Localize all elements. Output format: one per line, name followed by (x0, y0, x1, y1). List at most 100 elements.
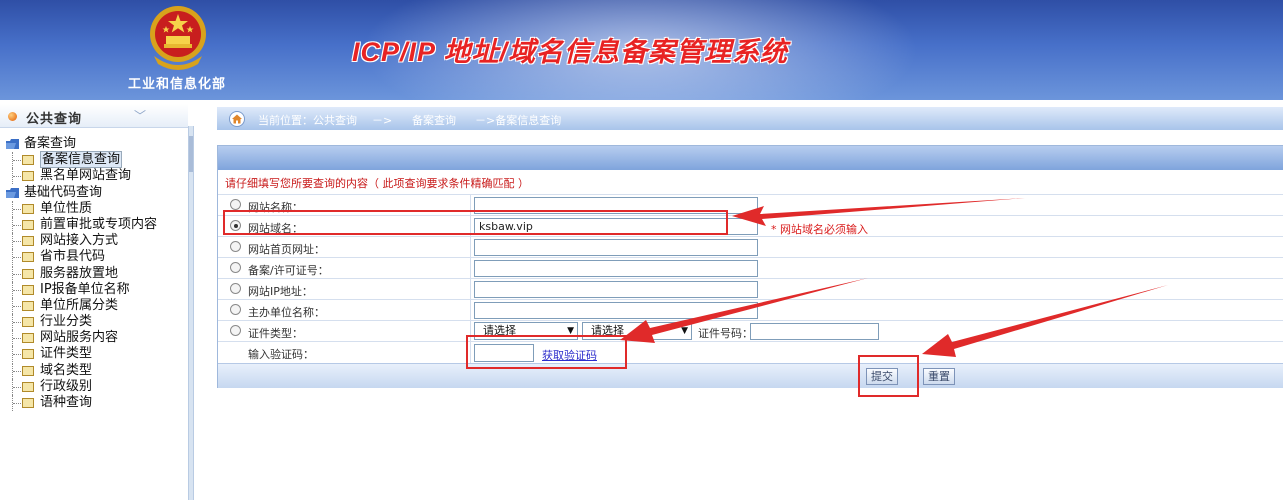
splitter-grip[interactable] (189, 136, 193, 172)
dropdown-arrow-icon: ▼ (681, 326, 688, 336)
tree-label: 单位性质 (40, 200, 93, 216)
button-bar: 提交 重置 (218, 363, 1283, 388)
tree-label: 证件类型 (40, 346, 93, 362)
radio-homepage-url[interactable] (230, 241, 241, 252)
field-label: 网站首页网址： (248, 243, 325, 256)
radio-ip-address[interactable] (230, 283, 241, 294)
document-icon (22, 317, 34, 328)
document-icon (22, 268, 34, 279)
highlight-domain-box (223, 210, 728, 235)
folder-icon (6, 187, 19, 198)
tree-label: 行业分类 (40, 314, 93, 330)
tree-line (12, 152, 22, 169)
document-icon (22, 365, 34, 376)
tree-item-unit-nature[interactable]: 单位性质 (0, 200, 188, 217)
field-label: 证件类型： (248, 327, 303, 340)
nav-tree: 备案查询 备案信息查询 黑名单网站查询 基础代码查询 单位性质 前置审批或专项内… (0, 136, 188, 411)
field-row-ip-address: 网站IP地址： (218, 278, 1283, 300)
query-form-panel: 请仔细填写您所要查询的内容（ 此项查询要求条件精确匹配 ） 网站名称： 网站域名… (217, 145, 1283, 388)
tree-label: 语种查询 (40, 395, 93, 410)
homepage-url-input[interactable] (474, 239, 758, 256)
tree-label: 网站服务内容 (40, 330, 119, 346)
tree-label: 备案查询 (24, 136, 77, 151)
sidebar-splitter[interactable] (188, 126, 194, 500)
radio-license-number[interactable] (230, 262, 241, 273)
tree-item-access-method[interactable]: 网站接入方式 (0, 233, 188, 250)
form-hint: 请仔细填写您所要查询的内容（ 此项查询要求条件精确匹配 ） (225, 177, 529, 190)
column-divider (470, 279, 471, 300)
license-number-input[interactable] (474, 260, 758, 277)
field-label: 主办单位名称： (248, 306, 325, 319)
document-icon (22, 155, 34, 166)
radio-sponsor-name[interactable] (230, 304, 241, 315)
tree-label: 黑名单网站查询 (40, 168, 132, 184)
field-row-cert-type: 证件类型： 请选择 ▼ 请选择 ▼ 证件号码： (218, 320, 1283, 342)
ip-address-input[interactable] (474, 281, 758, 298)
document-icon (22, 349, 34, 360)
tree-folder-basic-code-query[interactable]: 基础代码查询 (0, 185, 188, 201)
tree-item-ip-unit-name[interactable]: IP报备单位名称 (0, 281, 188, 298)
tree-line (12, 281, 22, 298)
tree-label: 单位所属分类 (40, 297, 119, 313)
tree-folder-beian-query[interactable]: 备案查询 (0, 136, 188, 152)
tree-label: 基础代码查询 (24, 184, 103, 200)
tree-item-unit-category[interactable]: 单位所属分类 (0, 297, 188, 314)
tree-item-service-content[interactable]: 网站服务内容 (0, 330, 188, 347)
chevron-down-icon[interactable]: ﹀ (134, 107, 146, 124)
tree-item-language[interactable]: 语种查询 (0, 395, 188, 411)
tree-item-beian-info-query[interactable]: 备案信息查询 (0, 151, 188, 169)
tree-label: IP报备单位名称 (40, 281, 130, 297)
field-row-captcha: 输入验证码： 获取验证码 (218, 341, 1283, 363)
radio-cert-type[interactable] (230, 325, 241, 336)
tree-item-pre-approval[interactable]: 前置审批或专项内容 (0, 216, 188, 233)
field-row-license-number: 备案/许可证号： (218, 257, 1283, 279)
captcha-label: 输入验证码： (248, 348, 314, 361)
tree-line (12, 314, 22, 331)
field-row-homepage-url: 网站首页网址： (218, 236, 1283, 258)
breadcrumb-prefix[interactable]: 当前位置：公共查询 (258, 112, 357, 128)
tree-item-admin-level[interactable]: 行政级别 (0, 378, 188, 395)
tree-label: 行政级别 (40, 378, 93, 394)
document-icon (22, 284, 34, 295)
sponsor-name-input[interactable] (474, 302, 758, 319)
document-icon (22, 398, 34, 408)
document-icon (22, 236, 34, 247)
home-icon[interactable] (229, 111, 245, 127)
tree-item-region-code[interactable]: 省市县代码 (0, 249, 188, 266)
tree-item-blacklist-query[interactable]: 黑名单网站查询 (0, 168, 188, 185)
tree-line (12, 346, 22, 363)
tree-label: 域名类型 (40, 362, 93, 378)
document-icon (22, 203, 34, 214)
tree-label: 备案信息查询 (40, 151, 123, 169)
cert-number-label: 证件号码： (698, 327, 753, 340)
breadcrumb-separator: －> (372, 114, 393, 127)
panel-header (218, 146, 1283, 170)
tree-line (12, 249, 22, 266)
document-icon (22, 381, 34, 392)
highlight-captcha-box (466, 335, 627, 369)
tree-item-server-location[interactable]: 服务器放置地 (0, 265, 188, 282)
document-icon (22, 300, 34, 311)
reset-button[interactable]: 重置 (923, 368, 955, 385)
tree-item-domain-type[interactable]: 域名类型 (0, 362, 188, 379)
bullet-icon (8, 112, 17, 121)
cert-number-input[interactable] (750, 323, 879, 340)
document-icon (22, 333, 34, 344)
tree-line (12, 378, 22, 395)
required-note: * 网站域名必须输入 (771, 223, 868, 236)
sidebar-header[interactable]: 公共查询 ﹀ (0, 104, 188, 128)
tree-label: 服务器放置地 (40, 265, 119, 281)
radio-site-name[interactable] (230, 199, 241, 210)
header-banner: 工业和信息化部 ICP/IP 地址/域名信息备案管理系统 (0, 0, 1283, 100)
breadcrumb: 当前位置：公共查询 －> 备案查询 －>备案信息查询 (217, 107, 1283, 130)
tree-line (12, 265, 22, 282)
tree-line (12, 297, 22, 314)
tree-label: 省市县代码 (40, 249, 106, 265)
system-title: ICP/IP 地址/域名信息备案管理系统 (352, 37, 789, 67)
tree-item-industry[interactable]: 行业分类 (0, 314, 188, 331)
tree-label: 前置审批或专项内容 (40, 216, 158, 232)
tree-line (12, 395, 22, 411)
breadcrumb-middle[interactable]: 备案查询 (412, 112, 456, 128)
tree-item-cert-type[interactable]: 证件类型 (0, 346, 188, 363)
breadcrumb-current: －>备案信息查询 (475, 114, 562, 127)
